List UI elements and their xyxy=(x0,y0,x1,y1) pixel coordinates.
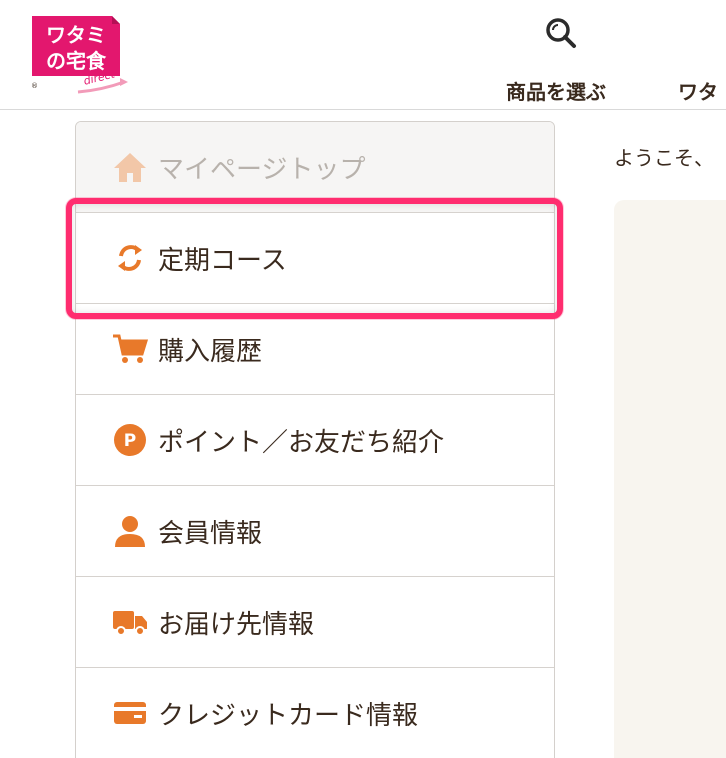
sidebar-item-member-info[interactable]: 会員情報 xyxy=(76,486,554,577)
home-icon xyxy=(110,147,150,187)
sidebar-item-points-referral[interactable]: P ポイント／お友だち紹介 xyxy=(76,395,554,486)
sidebar-item-label: 定期コース xyxy=(158,245,287,276)
sidebar-item-subscription[interactable]: 定期コース xyxy=(76,213,554,304)
credit-card-icon xyxy=(110,693,150,733)
mypage-sidebar: マイページトップ 定期コース 購入履歴 P ポイント／お友だち紹介 会員情報 お… xyxy=(75,121,555,758)
sidebar-item-purchase-history[interactable]: 購入履歴 xyxy=(76,304,554,395)
logo-line1: ワタミ xyxy=(46,23,106,47)
sidebar-item-delivery-address[interactable]: お届け先情報 xyxy=(76,577,554,668)
sidebar-item-label: マイページトップ xyxy=(158,154,366,185)
page: ワタミ の宅食 direct ® 商品を選ぶ ワタ マイページトップ 定期コース… xyxy=(0,0,726,758)
logo-registered-mark: ® xyxy=(31,82,38,90)
sidebar-item-label: 購入履歴 xyxy=(158,336,263,367)
main-content-panel xyxy=(614,200,726,758)
point-icon-letter: P xyxy=(124,431,136,451)
sidebar-item-label: ポイント／お友だち紹介 xyxy=(158,427,445,458)
sidebar-item-mypage-top[interactable]: マイページトップ xyxy=(76,122,554,213)
point-icon: P xyxy=(110,420,150,460)
logo-graphic: ワタミ の宅食 direct ® xyxy=(31,16,128,94)
sidebar-item-label: お届け先情報 xyxy=(158,609,315,640)
truck-icon xyxy=(110,602,150,642)
welcome-text: ようこそ、 xyxy=(614,146,714,170)
search-icon xyxy=(546,18,576,48)
sidebar-item-label: 会員情報 xyxy=(158,518,263,549)
sidebar-item-credit-card[interactable]: クレジットカード情報 xyxy=(76,668,554,758)
nav-watami[interactable]: ワタ xyxy=(678,76,718,105)
search-button[interactable] xyxy=(542,14,580,52)
refresh-icon xyxy=(110,238,150,278)
user-icon xyxy=(110,511,150,551)
sidebar-item-label: クレジットカード情報 xyxy=(158,700,419,731)
site-header: ワタミ の宅食 direct ® 商品を選ぶ ワタ xyxy=(0,0,726,110)
nav-products[interactable]: 商品を選ぶ xyxy=(506,76,606,105)
logo[interactable]: ワタミ の宅食 direct ® xyxy=(28,14,132,96)
cart-icon xyxy=(110,329,150,369)
logo-line2: の宅食 xyxy=(46,49,107,73)
